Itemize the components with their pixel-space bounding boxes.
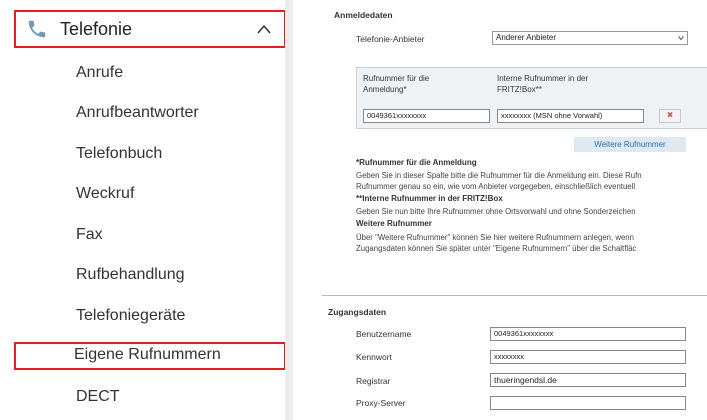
nav-item-weckruf[interactable]: Weckruf [76,185,134,203]
rufnummer-input[interactable]: 0049361xxxxxxxx [363,109,490,123]
help-title-intern: **Interne Rufnummer in der FRITZ!Box [356,194,503,203]
help-text-rufnummer-1: Geben Sie in dieser Spalte bitte die Ruf… [356,171,642,180]
password-input[interactable]: xxxxxxxx [490,350,686,364]
chevron-down-icon [678,36,684,41]
provider-select-value: Anderer Anbieter [496,33,557,42]
registrar-label: Registrar [356,376,391,386]
proxy-input[interactable] [490,396,686,410]
sidebar-navigation: Telefonie Anrufe Anrufbeantworter Telefo… [0,0,300,420]
help-text-weitere-1: Über "Weitere Rufnummer" können Sie hier… [356,233,634,242]
table-header-rufnummer: Rufnummer für die Anmeldung* [363,73,429,95]
provider-label: Telefonie-Anbieter [356,34,425,44]
password-label: Kennwort [356,352,392,362]
table-header-intern: Interne Rufnummer in der FRITZ!Box** [497,73,588,95]
help-title-rufnummer: *Rufnummer für die Anmeldung [356,158,477,167]
section-title-zugangsdaten: Zugangsdaten [328,307,387,317]
help-text-rufnummer-2: Rufnummer genau so ein, wie vom Anbieter… [356,182,636,191]
section-divider [322,295,707,296]
interne-rufnummer-input[interactable]: xxxxxxxx (MSN ohne Vorwahl) [497,109,644,123]
main-content: Anmeldedaten Telefonie-Anbieter Anderer … [322,0,707,420]
nav-header-telefonie[interactable]: Telefonie [14,10,286,48]
username-label: Benutzername [356,329,412,339]
weitere-rufnummer-button[interactable]: Weitere Rufnummer [574,137,686,152]
phone-icon [28,20,46,38]
username-input[interactable]: 0049361xxxxxxxx [490,327,686,341]
nav-item-anrufbeantworter[interactable]: Anrufbeantworter [76,104,199,122]
proxy-label: Proxy-Server [356,398,406,408]
table-header-intern-line2: FRITZ!Box** [497,85,542,94]
registrar-input[interactable]: thueringendsl.de [490,373,686,387]
nav-header-title: Telefonie [60,18,133,39]
nav-item-dect[interactable]: DECT [76,388,120,406]
table-header-rufnummer-line2: Anmeldung* [363,85,407,94]
nav-item-rufbehandlung[interactable]: Rufbehandlung [76,266,185,284]
sidebar-scrollbar[interactable] [285,0,293,420]
nav-item-telefoniegeraete[interactable]: Telefoniegeräte [76,307,185,325]
nav-item-eigene-rufnummern[interactable]: Eigene Rufnummern [74,346,221,364]
chevron-up-icon[interactable] [256,22,272,36]
nav-item-anrufe[interactable]: Anrufe [76,64,123,82]
table-header-intern-line1: Interne Rufnummer in der [497,74,589,83]
help-title-weitere: Weitere Rufnummer [356,219,432,228]
table-header-rufnummer-line1: Rufnummer für die [363,74,430,83]
provider-select[interactable]: Anderer Anbieter [492,31,688,45]
help-text-intern: Geben Sie nun bitte Ihre Rufnummer ohne … [356,207,636,216]
help-text-weitere-2: Zugangsdaten können Sie später unter "Ei… [356,244,637,253]
nav-item-fax[interactable]: Fax [76,226,103,244]
delete-row-button[interactable]: × [659,109,681,123]
section-title-anmeldedaten: Anmeldedaten [334,10,393,20]
rufnummer-table: Rufnummer für die Anmeldung* Interne Ruf… [356,67,707,129]
nav-item-telefonbuch[interactable]: Telefonbuch [76,145,162,163]
